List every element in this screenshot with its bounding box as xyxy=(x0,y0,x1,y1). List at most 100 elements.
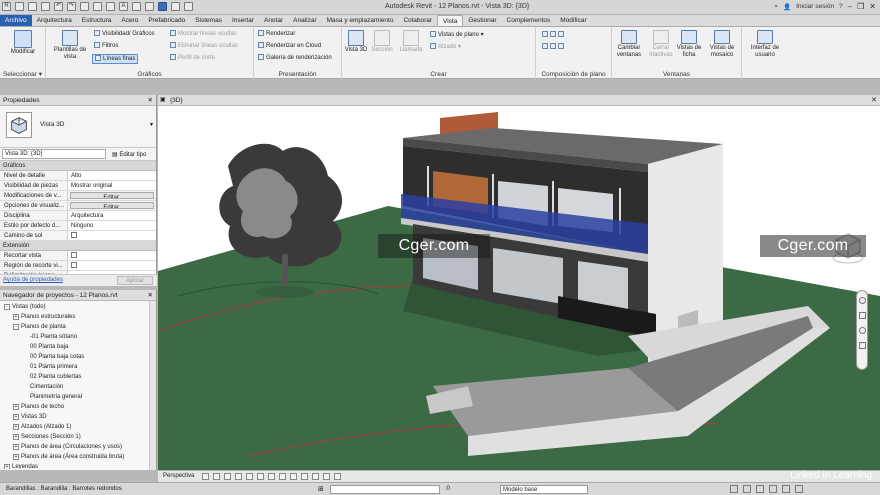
close-icon[interactable]: ✕ xyxy=(148,95,153,106)
tab-views-button[interactable]: Vistas de ficha xyxy=(676,30,702,59)
signin-link[interactable]: Iniciar sesión xyxy=(796,3,834,10)
tab-archivo[interactable]: Archivo xyxy=(0,15,32,26)
visual-style-icon[interactable] xyxy=(224,473,231,480)
tree-item[interactable]: -01 Planta sótano xyxy=(22,333,77,342)
tile-views-button[interactable]: Vistas de mosaico xyxy=(704,30,740,59)
sheet-tools[interactable] xyxy=(542,31,566,39)
revit-logo-icon[interactable]: R xyxy=(2,2,11,11)
close-hidden-icon[interactable] xyxy=(171,2,180,11)
tab-sistemas[interactable]: Sistemas xyxy=(190,15,227,26)
apply-button[interactable]: Aplicar xyxy=(117,276,153,285)
select-links-icon[interactable] xyxy=(730,485,738,493)
steering-wheel-icon[interactable] xyxy=(858,297,866,304)
sheet-tools-2[interactable] xyxy=(542,43,566,51)
workset-dropdown[interactable] xyxy=(330,485,440,494)
collapse-icon[interactable]: - xyxy=(4,304,10,310)
tab-acero[interactable]: Acero xyxy=(116,15,143,26)
filter-icon[interactable] xyxy=(795,485,803,493)
edit-button[interactable]: Editar... xyxy=(70,202,154,209)
3d-view-button[interactable]: Vista 3D xyxy=(344,30,368,54)
minimize-icon[interactable]: – xyxy=(848,2,852,11)
reveal-hidden-icon[interactable] xyxy=(312,473,319,480)
expand-icon[interactable]: + xyxy=(13,444,19,450)
tab-analizar[interactable]: Analizar xyxy=(288,15,321,26)
collapse-icon[interactable]: - xyxy=(13,324,19,330)
section-icon[interactable] xyxy=(145,2,154,11)
section-extent[interactable]: Extensión xyxy=(0,241,156,251)
zoom-icon[interactable] xyxy=(858,327,866,334)
thin-lines-button[interactable]: Líneas finas xyxy=(92,54,139,64)
tree-item[interactable]: 00 Planta baja xyxy=(22,343,68,352)
tree-item[interactable]: 01 Planta primera xyxy=(22,363,77,372)
tree-item[interactable]: 02 Planta cubiertas xyxy=(22,373,81,382)
tab-estructura[interactable]: Estructura xyxy=(77,15,117,26)
3d-model-canvas[interactable] xyxy=(158,106,880,470)
tab-gestionar[interactable]: Gestionar xyxy=(463,15,501,26)
tab-insertar[interactable]: Insertar xyxy=(227,15,259,26)
drag-elements-icon[interactable] xyxy=(782,485,790,493)
visibility-graphics-button[interactable]: Visibilidad/ Gráficos xyxy=(94,30,155,38)
dimension-icon[interactable] xyxy=(106,2,115,11)
callout-button[interactable]: Llamada xyxy=(397,30,425,54)
sun-path-icon[interactable] xyxy=(235,473,242,480)
render-icon[interactable] xyxy=(257,473,264,480)
section-graphics[interactable]: Gráficos xyxy=(0,161,156,171)
close-inactive-button[interactable]: Cerrar inactivas xyxy=(646,30,676,59)
view-tab[interactable]: {3D} xyxy=(170,95,183,106)
pan-icon[interactable] xyxy=(858,312,866,319)
switch-windows-button[interactable]: Cambiar ventanas xyxy=(614,30,644,59)
close-icon[interactable]: ✕ xyxy=(148,290,153,301)
select-by-face-icon[interactable] xyxy=(769,485,777,493)
select-underlay-icon[interactable] xyxy=(743,485,751,493)
tree-item[interactable]: Planimetría general xyxy=(22,393,82,402)
expand-icon[interactable]: + xyxy=(13,424,19,430)
scale-icon[interactable] xyxy=(202,473,209,480)
chevron-down-icon[interactable]: ▾ xyxy=(150,121,153,128)
expand-icon[interactable]: + xyxy=(13,454,19,460)
close-icon[interactable]: ✕ xyxy=(871,95,877,106)
shadows-icon[interactable] xyxy=(246,473,253,480)
tree-item[interactable]: + Planos de área (Área construida bruta) xyxy=(13,453,124,462)
properties-help-link[interactable]: Ayuda de propiedades xyxy=(3,277,63,283)
sync-icon[interactable] xyxy=(41,2,50,11)
panel-title[interactable]: Seleccionar ▾ xyxy=(0,70,45,78)
tree-item[interactable]: + Planos de techo xyxy=(13,403,64,412)
measure-icon[interactable] xyxy=(93,2,102,11)
design-option-dropdown[interactable]: Modelo base xyxy=(500,485,588,494)
edit-button[interactable]: Editar... xyxy=(70,192,154,199)
detail-level-icon[interactable] xyxy=(213,473,220,480)
analytical-model-icon[interactable] xyxy=(323,473,330,480)
tag-icon[interactable]: A xyxy=(119,2,128,11)
section-button[interactable]: Sección xyxy=(369,30,395,54)
tree-item[interactable]: - Planos de planta xyxy=(13,323,66,332)
show-crop-icon[interactable] xyxy=(279,473,286,480)
maximize-icon[interactable]: ❐ xyxy=(857,2,864,11)
temporary-hide-icon[interactable] xyxy=(301,473,308,480)
tab-vista[interactable]: Vista xyxy=(437,15,464,26)
expand-icon[interactable]: + xyxy=(4,464,10,469)
thin-lines-icon[interactable] xyxy=(158,2,167,11)
tab-colaborar[interactable]: Colaborar xyxy=(398,15,437,26)
tab-masa[interactable]: Masa y emplazamiento xyxy=(322,15,399,26)
highlight-icon[interactable] xyxy=(334,473,341,480)
modify-button[interactable]: Modificar xyxy=(5,30,41,56)
browser-scrollbar[interactable] xyxy=(149,301,156,470)
filters-button[interactable]: Filtros xyxy=(94,42,118,50)
tree-item[interactable]: + Leyendas xyxy=(4,463,38,469)
edit-type-button[interactable]: ▤ Editar tipo xyxy=(112,151,146,158)
tree-item[interactable]: + Planos de área (Circulaciones y usos) xyxy=(13,443,122,452)
redo-icon[interactable]: ↷ xyxy=(67,2,76,11)
tree-item[interactable]: + Planos estructurales xyxy=(13,313,75,322)
print-icon[interactable] xyxy=(80,2,89,11)
view-templates-button[interactable]: Plantillas de vista xyxy=(49,30,91,61)
open-icon[interactable] xyxy=(15,2,24,11)
tree-item[interactable]: + Alzados (Alzado 1) xyxy=(13,423,71,432)
tree-item[interactable]: + Vistas 3D xyxy=(13,413,47,422)
tree-item[interactable]: + Secciones (Sección 1) xyxy=(13,433,81,442)
render-button[interactable]: Renderizar xyxy=(258,30,295,38)
3d-viewport[interactable]: ▣ {3D} ✕ xyxy=(158,95,880,470)
show-hidden-lines-button[interactable]: Mostrar líneas ocultas xyxy=(170,30,237,38)
sun-path-checkbox[interactable] xyxy=(71,232,77,238)
plan-views-button[interactable]: Vistas de plano ▾ xyxy=(430,31,484,39)
tab-complementos[interactable]: Complementos xyxy=(502,15,556,26)
